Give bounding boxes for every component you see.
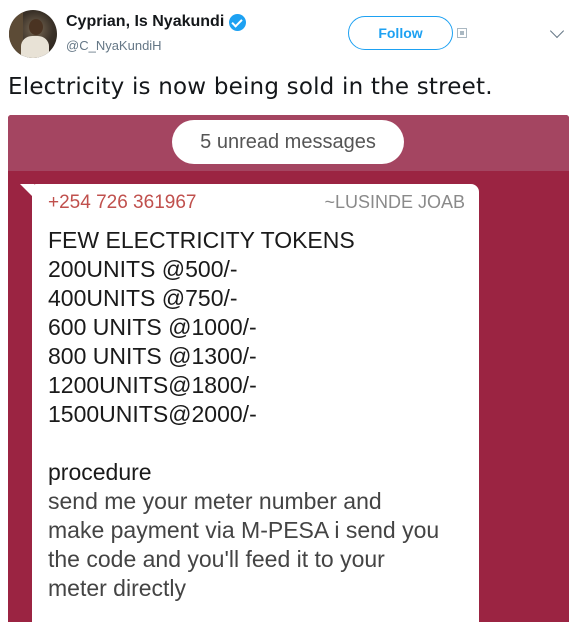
verified-badge-icon <box>229 13 247 31</box>
procedure-line: send me your meter number and <box>48 488 382 514</box>
tweet-text: Electricity is now being sold in the str… <box>8 74 493 100</box>
tweet-header: Cyprian, Is Nyakundi @C_NyaKundiH Follow <box>0 0 580 70</box>
sender-phone: +254 726 361967 <box>48 192 197 213</box>
message-line: 400UNITS @750/- <box>48 285 238 311</box>
procedure-line: make payment via M-PESA i send you <box>48 517 440 543</box>
avatar[interactable] <box>9 10 57 58</box>
procedure-line: meter directly <box>48 575 187 601</box>
tweet-media-image[interactable]: 5 unread messages +254 726 361967 ~LUSIN… <box>8 115 569 622</box>
caret-down-icon[interactable] <box>549 23 565 39</box>
follow-button[interactable]: Follow <box>348 16 453 50</box>
message-line: 200UNITS @500/- <box>48 256 238 282</box>
follow-dm-icon[interactable] <box>457 28 467 38</box>
message-line: FEW ELECTRICITY TOKENS <box>48 227 355 253</box>
message-line: 600 UNITS @1000/- <box>48 314 257 340</box>
procedure-title: procedure <box>48 459 152 485</box>
author-name-row[interactable]: Cyprian, Is Nyakundi <box>66 13 247 31</box>
message-line: 1500UNITS@2000/- <box>48 401 257 427</box>
unread-messages-pill: 5 unread messages <box>172 120 404 164</box>
sender-name: ~LUSINDE JOAB <box>324 192 465 212</box>
message-bubble: +254 726 361967 ~LUSINDE JOAB FEW ELECTR… <box>32 184 479 622</box>
procedure-line: the code and you'll feed it to your <box>48 546 385 572</box>
message-line: 800 UNITS @1300/- <box>48 343 257 369</box>
message-body: FEW ELECTRICITY TOKENS 200UNITS @500/- 4… <box>48 226 439 603</box>
message-line: 1200UNITS@1800/- <box>48 372 257 398</box>
author-handle[interactable]: @C_NyaKundiH <box>66 38 162 53</box>
author-display-name[interactable]: Cyprian, Is Nyakundi <box>66 13 224 31</box>
